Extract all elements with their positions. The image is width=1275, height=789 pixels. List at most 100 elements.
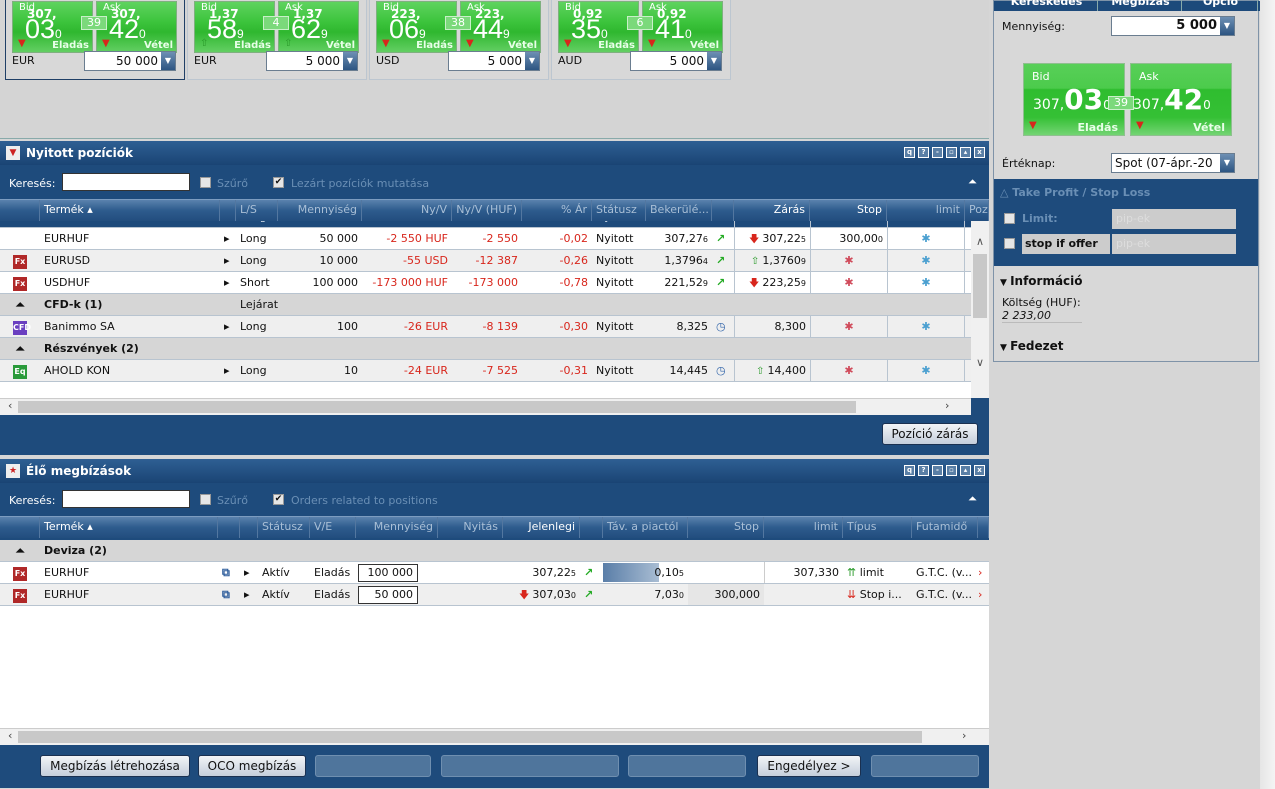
add-limit-icon[interactable]: ✱ [921,232,930,245]
table-row[interactable]: Fx USDHUF ▸ Short 100 000 -173 000 HUF -173 00… [0,272,971,294]
add-stop-icon[interactable]: ✱ [844,320,853,333]
chevron-down-icon[interactable]: ▼ [1220,154,1234,172]
limit-cell[interactable]: ✱ [887,316,965,337]
column-header[interactable] [220,200,236,221]
column-header[interactable] [712,200,734,221]
ask-button[interactable]: Ask 223, 449 ▼ Vétel [460,1,541,53]
column-header[interactable]: Mennyiség [278,200,362,221]
tab-option[interactable]: Opció [1184,0,1258,11]
add-stop-icon[interactable]: ✱ [844,254,853,267]
quantity-input[interactable]: 100 000 [358,564,418,582]
add-stop-icon[interactable]: ✱ [844,221,853,223]
close-price[interactable]: 8,300 [734,316,810,337]
info-icon[interactable]: ⧉ [218,562,240,583]
column-header[interactable]: Státusz [258,517,310,538]
related-checkbox[interactable]: ✔ [273,494,284,505]
group-row[interactable]: ⏶ Részvények (2) [0,338,971,360]
column-header[interactable]: Bekerülé... [646,200,712,221]
limit-cell[interactable]: ✱ [887,272,965,293]
column-header[interactable]: limit [887,200,965,221]
column-header[interactable]: Nyitás [438,517,503,538]
expand-icon[interactable]: ▼ [1000,343,1010,353]
collapse-icon[interactable]: ⏶ [0,338,40,359]
search-input[interactable] [62,173,190,191]
add-limit-icon[interactable]: ✱ [921,364,930,377]
amount-input[interactable]: 5 000 ▼ [266,51,358,71]
limit-cell[interactable]: 307,330 [887,221,965,227]
search-icon[interactable]: q [904,147,915,158]
vertical-scrollbar[interactable]: ∧ ∨ [971,221,989,398]
chevron-down-icon[interactable]: ▼ [343,52,357,70]
ask-button[interactable]: Ask 0,92 410 ▼ Vétel [642,1,723,53]
ask-button[interactable]: Ask 1,37 629 ⇧ Vétel [278,1,359,53]
close-price[interactable]: 🡇 223,259 [734,272,810,293]
stop-cell[interactable]: ✱ [810,250,887,271]
close-icon[interactable]: x [974,465,985,476]
close-position-button[interactable]: Pozíció zárás [882,423,978,445]
close-price[interactable]: ⇧ 1,37609 [734,250,810,271]
table-row[interactable]: Fx EURUSD ▸ Long 10 000 -55 USD -12 387 -0,26 Ny… [0,250,971,272]
close-price[interactable]: 🡇 307,225 [734,228,810,249]
amount-input[interactable]: 50 000 ▼ [84,51,176,71]
column-header[interactable] [0,200,40,221]
order-action-button[interactable]: Megbízás létrehozása [40,755,190,777]
cancel-order-icon[interactable]: › [978,584,989,605]
expand-arrow-icon[interactable]: ▸ [240,562,258,583]
column-header[interactable]: Poz [965,200,989,221]
limit-price[interactable]: 307,330 [764,562,843,583]
ask-buy-button[interactable]: Ask 307,420 ▼ Vétel [1130,63,1232,136]
help-icon[interactable]: ? [918,465,929,476]
group-row[interactable]: ⏶ Deviza (2) [0,540,989,562]
close-price[interactable]: ⇧ 14,400 [734,360,810,381]
chevron-down-icon[interactable]: ▼ [161,52,175,70]
help-icon[interactable]: ? [918,147,929,158]
column-header[interactable]: Termék ▴ [40,517,218,538]
chevron-down-icon[interactable]: ▼ [525,52,539,70]
minimize-icon[interactable]: - [932,465,943,476]
quantity-input[interactable]: 50 000 [358,586,418,604]
search-input[interactable] [62,490,190,508]
quantity-input[interactable]: 5 000 ▼ [1111,16,1235,36]
stop-cell[interactable]: 300,000 [810,228,887,249]
stop-cell[interactable]: ✱ [810,360,887,381]
expand-arrow-icon[interactable]: ▸ [220,221,236,227]
group-row[interactable]: ⏶ CFD-k (1) Lejárat [0,294,971,316]
collapse-all-icon[interactable]: ⏶ [968,492,977,506]
stop-checkbox[interactable] [1004,238,1015,249]
limit-checkbox[interactable] [1004,213,1015,224]
limit-cell[interactable]: ✱ [887,228,965,249]
column-header[interactable]: Típus [843,517,912,538]
horizontal-scrollbar[interactable]: ‹ › [0,398,971,415]
column-header[interactable] [978,517,989,538]
tab-order[interactable]: Megbízás [1100,0,1182,11]
ask-button[interactable]: Ask 307, 420 ▼ Vétel [96,1,177,53]
column-header[interactable]: Táv. a piactól [603,517,688,538]
column-header[interactable]: V/E [310,517,356,538]
info-icon[interactable]: ⧉ [218,584,240,605]
table-row[interactable]: CFD Banimmo SA ▸ Long 100 -26 EUR -8 139 -0,30 N… [0,316,971,338]
expand-arrow-icon[interactable]: ▸ [240,584,258,605]
show-closed-checkbox[interactable]: ✔ [273,177,284,188]
stop-cell[interactable]: ✱ [810,272,887,293]
add-stop-icon[interactable]: ✱ [844,364,853,377]
column-header[interactable]: Stop [688,517,764,538]
limit-pips-select[interactable]: pip-ek [1112,209,1236,229]
stop-price[interactable] [688,562,764,583]
collapse-icon[interactable]: ⏶ [0,294,40,315]
column-header[interactable]: Ny/V (HUF) [452,200,522,221]
column-header[interactable]: Termék ▴ [40,200,220,221]
add-limit-icon[interactable]: ✱ [921,320,930,333]
stop-price[interactable]: 300,000 [688,584,764,605]
order-action-button[interactable]: Engedélyez > [757,755,861,777]
table-row[interactable]: EURHUF ▸ Long 50 000 -2 550 HUF -2 550 -0,02 Ny… [0,228,971,250]
stop-type-select[interactable]: stop if offer [1022,234,1110,254]
close-price[interactable]: 🡇 307,225 [734,221,810,227]
tab-trade[interactable]: Kereskedés [996,0,1098,11]
maximize-icon[interactable]: ▴ [960,465,971,476]
column-header[interactable]: L/S [236,200,278,221]
expand-arrow-icon[interactable]: ▸ [220,228,236,249]
restore-icon[interactable]: ▫ [946,465,957,476]
table-row[interactable]: Eq AHOLD KON ▸ Long 10 -24 EUR -7 525 -0,31 Nyit… [0,360,971,382]
value-date-select[interactable]: Spot (07-ápr.-20 ▼ [1111,153,1235,173]
minimize-icon[interactable]: - [932,147,943,158]
